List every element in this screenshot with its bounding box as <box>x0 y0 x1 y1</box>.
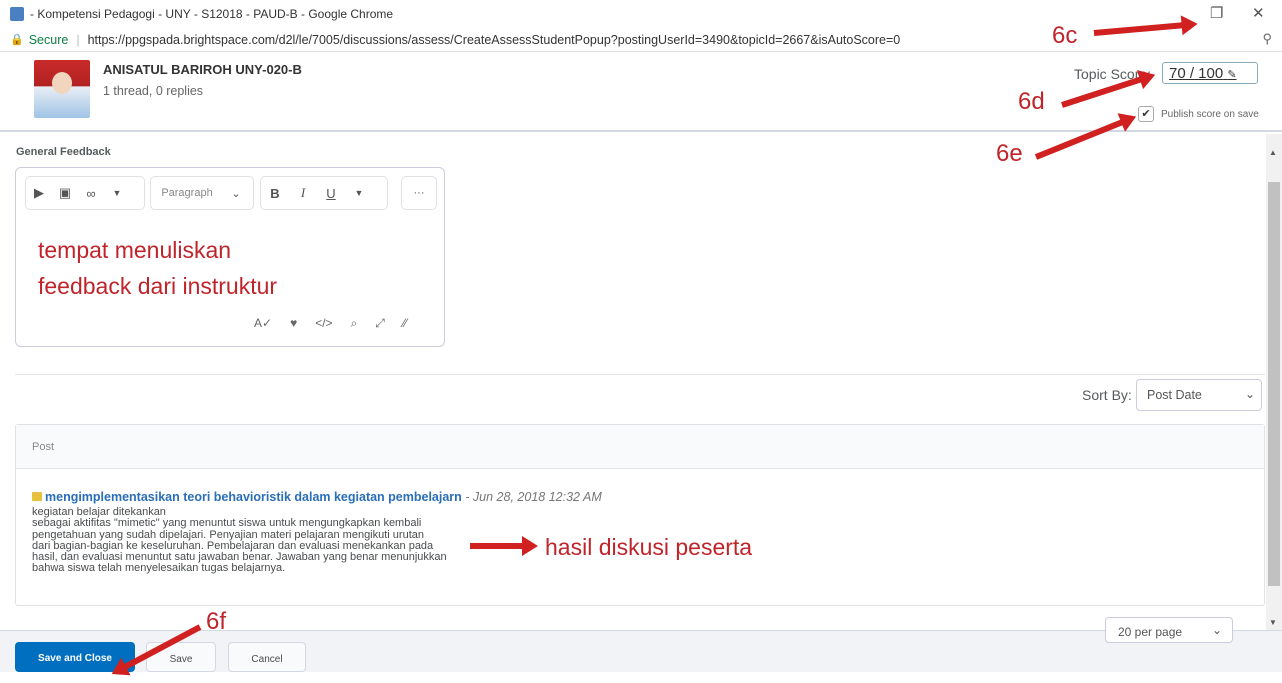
window-titlebar: - Kompetensi Pedagogi - UNY - S12018 - P… <box>0 0 1282 28</box>
post-title-link[interactable]: mengimplementasikan teori behavioristik … <box>45 490 462 504</box>
annotation-6f: 6f <box>206 608 227 635</box>
topic-score-field[interactable]: 70 / 100 ✎ <box>1162 62 1258 84</box>
resize-icon[interactable]: ⁄⁄ <box>403 316 407 331</box>
post-body-line: bahwa siswa telah menyelesaikan tugas be… <box>32 562 286 575</box>
accessibility-icon[interactable]: ♥ <box>290 316 297 331</box>
scrollbar-thumb[interactable] <box>1268 182 1280 586</box>
annotation-6c: 6c <box>1052 22 1078 49</box>
cancel-button[interactable]: Cancel <box>228 642 306 672</box>
address-separator: | <box>76 32 80 47</box>
chevron-down-icon: ⌄ <box>231 187 241 200</box>
editor-bottom-toolbar: A✓ ♥ </> ⌕ ⤢ ⁄⁄ <box>254 316 407 331</box>
more-options-button[interactable]: ··· <box>401 176 437 210</box>
sort-by-select[interactable]: Post Date ⌄ <box>1136 379 1262 411</box>
divider <box>15 374 1265 375</box>
post-title-row: mengimplementasikan teori behavioristik … <box>32 490 602 504</box>
scrollbar[interactable]: ▲ ▼ <box>1266 134 1282 630</box>
source-code-icon[interactable]: </> <box>315 316 332 331</box>
spellcheck-icon[interactable]: A✓ <box>254 316 272 331</box>
sort-by-value: Post Date <box>1147 388 1202 402</box>
link-icon[interactable]: ∞ <box>78 186 104 201</box>
edit-icon[interactable]: ✎ <box>1227 69 1236 81</box>
video-icon[interactable]: ▶ <box>26 185 52 201</box>
lock-icon: 🔒 <box>10 34 24 46</box>
per-page-value: 20 per page <box>1118 625 1183 639</box>
fullscreen-icon[interactable]: ⤢ <box>375 316 385 331</box>
more-options-label: ··· <box>413 187 425 199</box>
publish-score-label: Publish score on save <box>1161 108 1259 120</box>
per-page-select[interactable]: 20 per page ⌄ <box>1105 617 1233 643</box>
topic-score-value: 70 / 100 <box>1169 65 1224 82</box>
student-name: ANISATUL BARIROH UNY-020-B <box>103 62 302 77</box>
editor-line-2: feedback dari instruktur <box>38 273 278 299</box>
general-feedback-label: General Feedback <box>16 146 111 158</box>
url-text[interactable]: https://ppgspada.brightspace.com/d2l/le/… <box>88 33 901 47</box>
sort-by-label: Sort By: <box>1082 387 1132 403</box>
student-thread-count: 1 thread, 0 replies <box>103 84 204 98</box>
paragraph-label: Paragraph <box>161 187 213 199</box>
bold-button[interactable]: B <box>261 186 289 201</box>
insert-more-chevron-icon[interactable]: ▼ <box>104 188 130 198</box>
underline-button[interactable]: U <box>317 186 345 201</box>
posts-table-header: Post <box>16 425 1264 469</box>
insert-toolbar-group: ▶ ▣ ∞ ▼ <box>25 176 145 210</box>
publish-score-checkbox[interactable]: ✔ <box>1138 106 1154 122</box>
paragraph-dropdown[interactable]: Paragraph ⌄ <box>150 176 254 210</box>
annotation-6d: 6d <box>1018 88 1045 115</box>
editor-line-1: tempat menuliskan <box>38 237 232 263</box>
restore-icon[interactable]: ❐ <box>1210 4 1223 22</box>
publish-score-option[interactable]: ✔ Publish score on save <box>1138 106 1259 122</box>
format-more-chevron-icon[interactable]: ▼ <box>345 188 373 198</box>
annotation-6e: 6e <box>996 140 1023 167</box>
format-toolbar-group: B I U ▼ <box>260 176 388 210</box>
italic-button[interactable]: I <box>289 185 317 201</box>
scroll-up-icon[interactable]: ▲ <box>1269 148 1277 157</box>
image-icon[interactable]: ▣ <box>52 185 78 201</box>
quote-icon <box>32 492 42 501</box>
app-icon <box>10 7 24 21</box>
post-body-line: sebagai aktifitas "mimetic" yang menuntu… <box>32 517 422 530</box>
address-bar[interactable]: 🔒 Secure | https://ppgspada.brightspace.… <box>0 28 1282 52</box>
secure-label: Secure <box>28 32 69 47</box>
post-body: kegiatan belajar ditekankan sebagai akti… <box>32 506 492 575</box>
close-icon[interactable]: ✕ <box>1252 4 1265 22</box>
post-date: - Jun 28, 2018 12:32 AM <box>465 490 602 504</box>
chevron-down-icon: ⌄ <box>1211 623 1222 637</box>
chevron-down-icon: ⌄ <box>1244 387 1255 401</box>
window-title: - Kompetensi Pedagogi - UNY - S12018 - P… <box>30 7 394 21</box>
annotation-hasil-diskusi: hasil diskusi peserta <box>545 534 753 560</box>
editor-content[interactable]: tempat menuliskan feedback dari instrukt… <box>38 232 277 304</box>
zoom-icon[interactable]: ⚲ <box>1262 31 1272 47</box>
annotation-arrow-hasil <box>470 536 538 556</box>
scroll-down-icon[interactable]: ▼ <box>1269 618 1277 627</box>
preview-icon[interactable]: ⌕ <box>351 316 358 331</box>
avatar <box>34 60 90 118</box>
